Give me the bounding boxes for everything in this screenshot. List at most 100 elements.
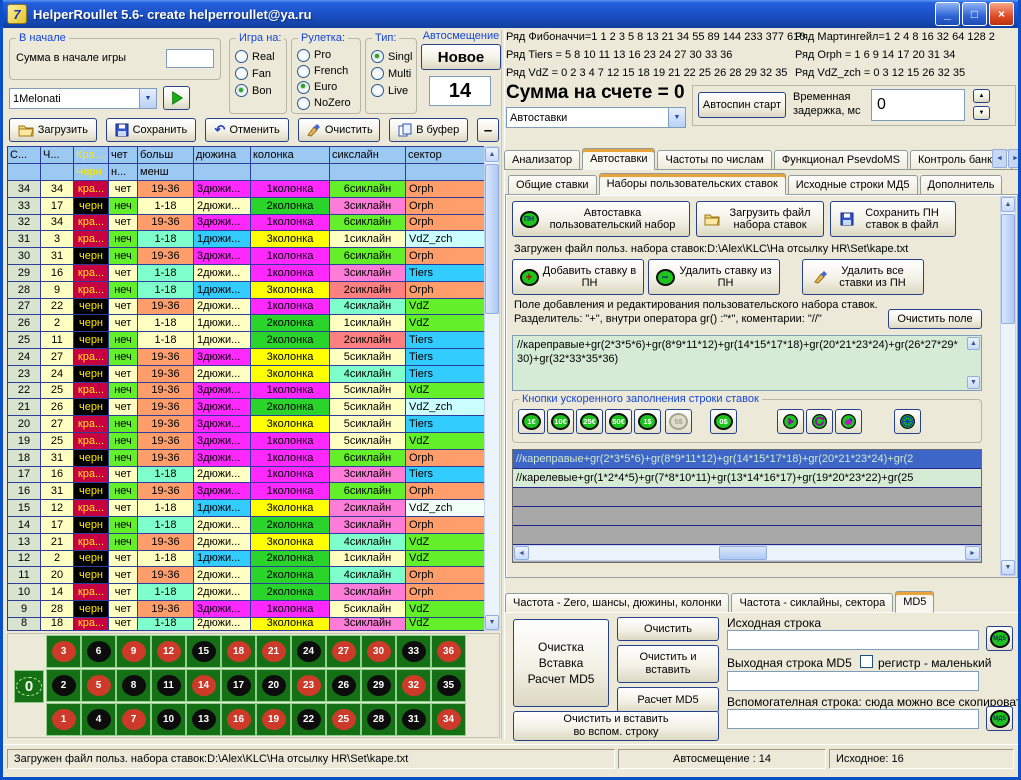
radio-option[interactable]: Euro — [297, 79, 351, 95]
tab-item[interactable]: Исходные строки МД5 — [788, 175, 918, 194]
quick-wheel-button[interactable] — [894, 409, 921, 434]
radio-option[interactable]: Fan — [235, 65, 275, 82]
table-row[interactable]: 2225кра...неч19-363дюжи...1колонка5сикла… — [8, 382, 485, 399]
spin-down-button[interactable]: ▼ — [973, 106, 990, 120]
start-sum-input[interactable] — [166, 49, 214, 68]
to-buffer-button[interactable]: В буфер — [389, 118, 468, 142]
table-row[interactable]: 1321кра...неч19-362дюжи...3колонка4сикла… — [8, 533, 485, 550]
tab-item[interactable]: Анализатор — [504, 150, 580, 169]
board-cell[interactable]: 3 — [46, 635, 81, 668]
close-button[interactable]: × — [989, 2, 1014, 26]
board-cell[interactable]: 16 — [221, 703, 256, 736]
table-row[interactable]: 2324чернчет19-362дюжи...3колонка4сиклайн… — [8, 365, 485, 382]
scroll-right-icon[interactable]: ► — [965, 546, 980, 560]
radio-icon[interactable] — [371, 50, 384, 63]
board-cell[interactable]: 23 — [291, 669, 326, 702]
quick-bet-button[interactable]: 25€ — [576, 409, 603, 434]
quick-bet-button[interactable]: 1€ — [518, 409, 545, 434]
tab-item[interactable]: Частоты по числам — [657, 150, 771, 169]
board-cell[interactable]: 9 — [116, 635, 151, 668]
md5-clear-button[interactable]: Очистить — [617, 617, 719, 641]
board-cell[interactable]: 19 — [256, 703, 291, 736]
radio-option[interactable]: Singl — [371, 48, 412, 65]
board-cell[interactable]: 21 — [256, 635, 291, 668]
table-scrollbar-thumb[interactable] — [485, 164, 499, 314]
scroll-down-icon[interactable]: ▼ — [485, 615, 499, 630]
board-cell[interactable]: 27 — [326, 635, 361, 668]
load-set-file-button[interactable]: Загрузить файл набора ставок — [696, 201, 824, 237]
board-cell[interactable]: 8 — [116, 669, 151, 702]
board-cell[interactable]: 15 — [186, 635, 221, 668]
table-row[interactable]: 1716кра...чет1-182дюжи...1колонка3сиклай… — [8, 466, 485, 483]
board-cell[interactable]: 20 — [256, 669, 291, 702]
column-header[interactable]: больш — [138, 147, 194, 164]
tab-item[interactable]: Автоставки — [582, 148, 655, 170]
tab-item[interactable]: Частота - Zero, шансы, дюжины, колонки — [505, 593, 729, 612]
bet-list-empty-row[interactable] — [513, 507, 981, 526]
column-header[interactable]: колонка — [251, 147, 330, 164]
board-cell[interactable]: 36 — [431, 635, 466, 668]
board-cell[interactable]: 18 — [221, 635, 256, 668]
board-cell[interactable]: 33 — [396, 635, 431, 668]
clear-button[interactable]: Очистить — [298, 118, 380, 142]
chevron-down-icon[interactable]: ▼ — [139, 89, 156, 108]
board-cell[interactable]: 1 — [46, 703, 81, 736]
bet-list-hscroll-thumb[interactable] — [719, 546, 767, 560]
maximize-button[interactable]: □ — [962, 2, 987, 26]
board-cell[interactable]: 7 — [116, 703, 151, 736]
tab-next-icon[interactable]: ► — [1008, 149, 1021, 168]
radio-option[interactable]: Bon — [235, 82, 275, 99]
bet-edit-field[interactable]: //кареправые+gr(2*3*5*6)+gr(8*9*11*12)+g… — [512, 335, 982, 391]
quick-bet-button[interactable]: 10€ — [547, 409, 574, 434]
column-header[interactable]: н... — [109, 164, 138, 181]
board-cell[interactable]: 12 — [151, 635, 186, 668]
radio-icon[interactable] — [235, 84, 248, 97]
table-row[interactable]: 2916кра...чет1-182дюжи...1колонка3сиклай… — [8, 264, 485, 281]
table-row[interactable]: 1120чернчет19-362дюжи...2колонка4сиклайн… — [8, 567, 485, 584]
md5-out-input[interactable] — [727, 671, 979, 691]
md5-aux-calc-button[interactable]: МД5 — [986, 706, 1013, 731]
column-header[interactable] — [194, 164, 251, 181]
add-bet-button[interactable]: + Добавить ставку в ПН — [512, 259, 644, 295]
table-row[interactable]: 1831черннеч19-363дюжи...1колонка6сиклайн… — [8, 449, 485, 466]
md5-aux-input[interactable] — [727, 709, 979, 729]
tab-item[interactable]: Наборы пользовательских ставок — [599, 173, 786, 195]
radio-icon[interactable] — [235, 50, 248, 63]
table-row[interactable]: 3031черннеч19-363дюжи...1колонка6сиклайн… — [8, 248, 485, 265]
table-row[interactable]: 313кра...неч1-181дюжи...3колонка1сиклайн… — [8, 231, 485, 248]
table-row[interactable]: 122чернчет1-181дюжи...2колонка1сиклайнVd… — [8, 550, 485, 567]
radio-icon[interactable] — [297, 81, 310, 94]
board-cell[interactable]: 4 — [81, 703, 116, 736]
md5-clear-paste-calc-button[interactable]: Очистка Вставка Расчет MD5 — [513, 619, 609, 707]
quick-refresh-button[interactable] — [806, 409, 833, 434]
quick-bet-button[interactable]: 0$ — [710, 409, 737, 434]
bet-list-row[interactable]: //кареправые+gr(2*3*5*6)+gr(8*9*11*12)+g… — [513, 450, 981, 469]
table-row[interactable]: 2511черннеч1-181дюжи...2колонка2сиклайнT… — [8, 332, 485, 349]
board-cell[interactable]: 35 — [431, 669, 466, 702]
radio-icon[interactable] — [297, 65, 310, 78]
radio-option[interactable]: Pro — [297, 47, 351, 63]
board-cell[interactable]: 2 — [46, 669, 81, 702]
board-cell[interactable]: 13 — [186, 703, 221, 736]
radio-icon[interactable] — [371, 67, 384, 80]
radio-option[interactable]: French — [297, 63, 351, 79]
table-row[interactable]: 1014кра...чет1-182дюжи...2колонка3сиклай… — [8, 584, 485, 601]
radio-option[interactable]: Real — [235, 48, 275, 65]
tab-item[interactable]: MD5 — [895, 591, 934, 613]
radio-icon[interactable] — [297, 49, 310, 62]
spin-up-button[interactable]: ▲ — [973, 89, 990, 103]
column-header[interactable]: менш — [138, 164, 194, 181]
table-row[interactable]: 262чернчет1-181дюжи...2колонка1сиклайнVd… — [8, 315, 485, 332]
column-header[interactable] — [406, 164, 485, 181]
board-cell[interactable]: 25 — [326, 703, 361, 736]
board-cell[interactable]: 14 — [186, 669, 221, 702]
tab-item[interactable]: Дополнитель — [920, 175, 1003, 194]
radio-icon[interactable] — [371, 84, 384, 97]
delete-bet-button[interactable]: − Удалить ставку из ПН — [648, 259, 780, 295]
md5-source-input[interactable] — [727, 630, 979, 650]
run-preset-button[interactable] — [163, 86, 190, 110]
radio-icon[interactable] — [235, 67, 248, 80]
minimize-button[interactable]: _ — [935, 2, 960, 26]
tab-prev-icon[interactable]: ◄ — [992, 149, 1007, 168]
column-header[interactable] — [330, 164, 406, 181]
